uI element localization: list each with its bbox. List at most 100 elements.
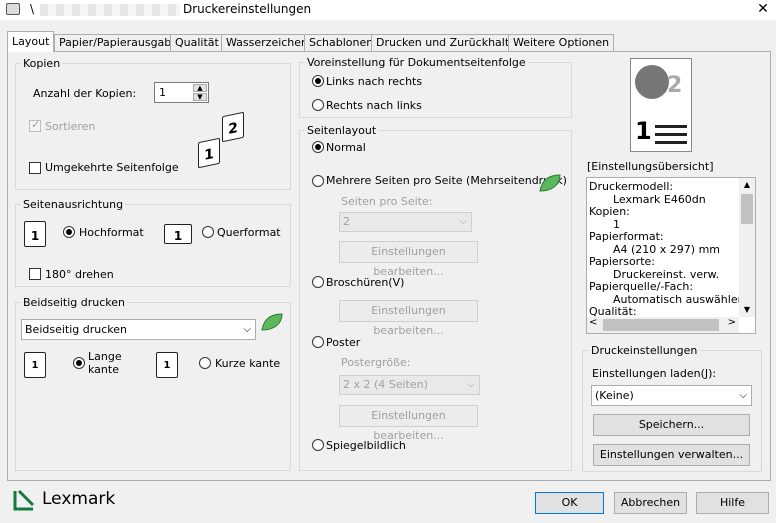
manage-settings-button[interactable]: Einstellungen verwalten... — [593, 444, 750, 466]
long-edge-icon: 1 — [24, 352, 46, 378]
close-icon[interactable]: ✕ — [752, 0, 774, 18]
summary-list[interactable]: Druckermodell: Lexmark E460dn Kopien: 1 Papi… — [586, 177, 756, 334]
balloon-image-icon — [635, 65, 669, 99]
summary-line: Lexmark E460dn — [613, 192, 706, 206]
reverse-order-label: Umgekehrte Seitenfolge — [45, 161, 179, 174]
edit-booklet-button[interactable]: Einstellungen bearbeiten... — [339, 300, 478, 337]
portrait-radio[interactable] — [63, 226, 75, 238]
scroll-down-icon[interactable]: ▼ — [739, 303, 755, 317]
eco-leaf-icon — [539, 174, 561, 192]
collate-checkbox[interactable] — [29, 118, 41, 132]
poster-size-value: 2 x 2 (4 Seiten) — [343, 378, 428, 391]
scroll-up-icon[interactable]: ▲ — [739, 178, 755, 192]
load-settings-value: (Keine) — [595, 389, 634, 402]
rotate-180-label: 180° drehen — [45, 268, 114, 281]
normal-label: Normal — [326, 141, 366, 154]
scrollbar-thumb[interactable] — [741, 194, 753, 224]
scroll-right-icon[interactable]: > — [728, 317, 736, 328]
landscape-page-icon: 1 — [164, 224, 192, 244]
long-edge-radio[interactable] — [73, 357, 85, 369]
multi-page-radio[interactable] — [312, 175, 324, 187]
short-edge-radio[interactable] — [199, 357, 211, 369]
page-number-1-icon: 1 — [635, 117, 652, 145]
summary-line: A4 (210 x 297) mm — [613, 242, 721, 256]
poster-radio[interactable] — [312, 336, 324, 348]
page-preview: 2 1 — [630, 58, 692, 152]
pages-per-sheet-select[interactable]: 2 ⌵ — [339, 212, 472, 232]
left-to-right-label: Links nach rechts — [326, 75, 423, 88]
window-title: Druckereinstellungen — [183, 2, 312, 16]
brand-name: Lexmark — [42, 489, 116, 509]
landscape-radio[interactable] — [202, 226, 214, 238]
collate-label: Sortieren — [45, 120, 96, 133]
scroll-left-icon[interactable]: < — [589, 317, 597, 328]
tab-more-options[interactable]: Weitere Optionen — [508, 34, 615, 51]
copies-count-stepper[interactable]: 1 ▲ ▼ — [154, 82, 209, 103]
reverse-order-checkbox[interactable] — [29, 162, 41, 174]
right-to-left-radio[interactable] — [312, 99, 324, 111]
chevron-down-icon: ⌵ — [739, 390, 747, 401]
title-prefix: \ — [30, 2, 35, 16]
summary-line: Papierquelle/-Fach: — [589, 280, 694, 293]
summary-line: Papiersorte: — [589, 255, 655, 268]
save-settings-button[interactable]: Speichern... — [593, 414, 750, 436]
chevron-down-icon: ⌵ — [243, 324, 251, 335]
duplex-select-value: Beidseitig drucken — [25, 323, 127, 336]
stepper-down-icon[interactable]: ▼ — [193, 93, 207, 101]
summary-line: Druckereinst. verw. — [613, 267, 720, 281]
stepper-up-icon[interactable]: ▲ — [193, 84, 207, 92]
tab-paper[interactable]: Papier/Papierausgabe — [54, 34, 184, 51]
title-bar: \ Druckereinstellungen ✕ — [0, 0, 776, 20]
help-button[interactable]: Hilfe — [696, 492, 769, 514]
tab-templates[interactable]: Schablonen — [304, 34, 379, 51]
rotate-180-checkbox[interactable] — [29, 268, 41, 280]
copies-count-value: 1 — [159, 86, 166, 99]
multi-page-label: Mehrere Seiten pro Seite (Mehrseitendruc… — [326, 174, 567, 187]
poster-size-select[interactable]: 2 x 2 (4 Seiten) ⌵ — [339, 375, 480, 395]
portrait-page-icon: 1 — [24, 221, 46, 247]
poster-size-label: Postergröße: — [341, 356, 411, 369]
tab-watermark[interactable]: Wasserzeichen — [221, 34, 314, 51]
text-line-icon — [655, 125, 687, 128]
collate-pages-icon-back: 2 — [222, 111, 244, 143]
text-line-icon — [655, 133, 687, 136]
normal-radio[interactable] — [312, 141, 324, 153]
copies-count-label: Anzahl der Kopien: — [33, 87, 137, 100]
summary-line: 1 — [613, 217, 620, 231]
text-line-icon — [655, 141, 687, 144]
edit-poster-button[interactable]: Einstellungen bearbeiten... — [339, 405, 478, 442]
load-settings-label: Einstellungen laden(J): — [592, 367, 717, 380]
poster-label: Poster — [326, 336, 361, 349]
summary-line: Druckermodell: — [589, 180, 674, 193]
orientation-group-label: Seitenausrichtung — [21, 198, 126, 211]
chevron-down-icon: ⌵ — [467, 379, 475, 390]
mirror-radio[interactable] — [312, 439, 324, 451]
tab-quality[interactable]: Qualität — [170, 34, 224, 51]
tab-layout[interactable]: Layout — [7, 31, 55, 52]
left-to-right-radio[interactable] — [312, 75, 324, 87]
cancel-button[interactable]: Abbrechen — [614, 492, 687, 514]
page-layout-group-label: Seitenlayout — [305, 124, 379, 137]
summary-line: Papierformat: — [589, 230, 664, 243]
doc-order-group-label: Voreinstellung für Dokumentseitenfolge — [305, 56, 528, 69]
vertical-scrollbar[interactable]: ▲ ▼ — [739, 178, 755, 317]
horizontal-scrollbar[interactable]: < > — [587, 317, 739, 333]
duplex-select[interactable]: Beidseitig drucken ⌵ — [21, 319, 256, 340]
hscrollbar-thumb[interactable] — [603, 319, 719, 331]
collate-pages-icon: 1 — [198, 137, 220, 169]
short-edge-icon: 1 — [156, 352, 178, 378]
load-settings-select[interactable]: (Keine) ⌵ — [591, 385, 752, 406]
printer-icon — [6, 3, 20, 15]
long-edge-label: Lange kante — [88, 350, 122, 376]
edit-multi-page-button[interactable]: Einstellungen bearbeiten... — [339, 241, 478, 278]
print-settings-group-label: Druckeinstellungen — [589, 344, 700, 357]
summary-line: Kopien: — [589, 205, 630, 218]
booklet-radio[interactable] — [312, 276, 324, 288]
ok-button[interactable]: OK — [535, 492, 604, 514]
tab-print-hold[interactable]: Drucken und Zurückhalten — [371, 34, 528, 51]
summary-line: Automatisch auswählen — [613, 292, 745, 306]
pages-per-sheet-value: 2 — [343, 215, 350, 228]
right-to-left-label: Rechts nach links — [326, 99, 422, 112]
chevron-down-icon: ⌵ — [459, 216, 467, 227]
short-edge-label: Kurze kante — [215, 357, 281, 370]
